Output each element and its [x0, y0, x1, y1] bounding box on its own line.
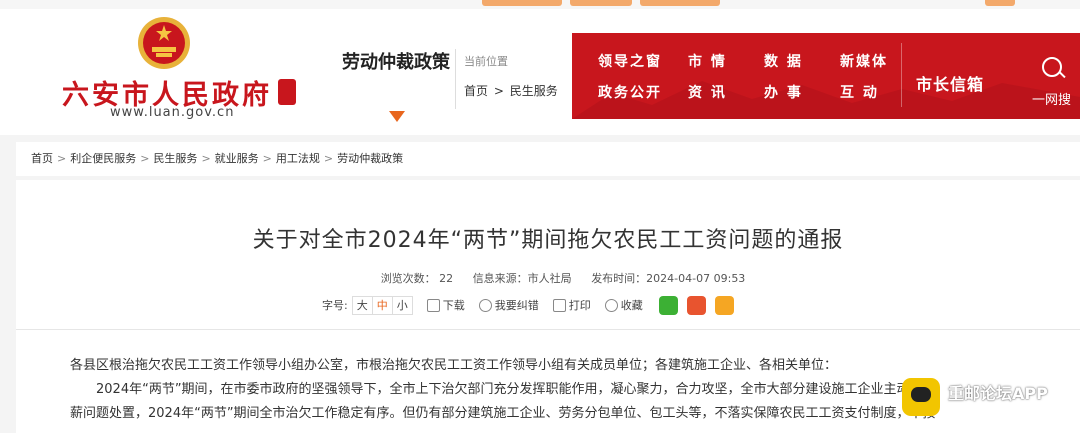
search-icon[interactable] — [1042, 57, 1062, 77]
favorite-label: 收藏 — [620, 299, 643, 312]
divider — [16, 329, 1080, 330]
article-meta: 浏览次数： 22 信息来源：市人社局 发布时间：2024-04-07 09:53 — [16, 270, 1080, 286]
top-chip[interactable] — [482, 0, 562, 6]
breadcrumb-item-current[interactable]: 劳动仲裁政策 — [337, 152, 403, 165]
download-icon — [426, 298, 440, 312]
current-path-separator: > — [493, 84, 504, 98]
main-nav: 领导之窗 市 情 数 据 新媒体 政务公开 资 讯 办 事 互 动 市长信箱 一… — [572, 33, 1080, 119]
publish-time: 发布时间：2024-04-07 09:53 — [591, 272, 746, 285]
article-title: 关于对全市2024年“两节”期间拖欠农民工工资问题的通报 — [252, 228, 844, 253]
favorite-button[interactable]: 收藏 — [604, 297, 643, 313]
search-icon — [478, 298, 492, 312]
breadcrumb-separator: > — [262, 152, 272, 165]
article-toolbar: 字号: 大 中 小 下载 我要纠错 打印 收藏 — [322, 294, 734, 316]
breadcrumb-separator: > — [57, 152, 67, 165]
nav-leaders[interactable]: 领导之窗 — [598, 51, 662, 71]
font-size-medium-button[interactable]: 中 — [371, 295, 393, 315]
nav-new-media[interactable]: 新媒体 — [840, 51, 888, 71]
top-chip[interactable] — [570, 0, 632, 6]
seal-icon — [278, 79, 296, 105]
breadcrumb-item[interactable]: 用工法规 — [276, 152, 320, 165]
breadcrumb-item[interactable]: 民生服务 — [153, 152, 197, 165]
chevron-down-icon — [389, 111, 405, 122]
breadcrumb: 首页 > 利企便民服务 > 民生服务 > 就业服务 > 用工法规 > 劳动仲裁政策 — [16, 142, 1080, 176]
nav-data[interactable]: 数 据 — [764, 51, 803, 71]
national-emblem-icon — [138, 17, 190, 69]
print-label: 打印 — [568, 299, 591, 312]
top-chip[interactable] — [640, 0, 720, 6]
current-location-path: 首页 > 民生服务 — [464, 82, 560, 99]
breadcrumb-separator: > — [323, 152, 334, 165]
breadcrumb-item[interactable]: 就业服务 — [215, 152, 259, 165]
weibo-share-icon[interactable] — [686, 295, 706, 315]
download-button[interactable]: 下载 — [426, 297, 465, 313]
watermark-text: 重邮论坛APP — [948, 384, 1048, 403]
current-path-home[interactable]: 首页 — [464, 84, 488, 98]
site-url: www.luan.gov.cn — [110, 105, 235, 120]
current-path-minsheng[interactable]: 民生服务 — [510, 84, 558, 98]
star-icon — [604, 298, 618, 312]
nav-interaction[interactable]: 互 动 — [840, 82, 879, 102]
site-logo[interactable]: 六安市人民政府 www.luan.gov.cn — [60, 9, 330, 135]
view-count: 浏览次数： 22 — [380, 272, 454, 285]
divider — [455, 49, 456, 109]
search-label[interactable]: 一网搜 — [1032, 89, 1071, 108]
chat-bubble-icon — [902, 378, 940, 416]
report-error-label: 我要纠错 — [494, 299, 539, 312]
nav-city-info[interactable]: 市 情 — [688, 51, 727, 71]
font-size-large-button[interactable]: 大 — [351, 295, 373, 315]
info-source: 信息来源：市人社局 — [472, 272, 572, 285]
print-button[interactable]: 打印 — [552, 297, 591, 313]
section-title: 劳动仲裁政策 — [342, 52, 450, 73]
font-size-small-button[interactable]: 小 — [391, 295, 413, 315]
divider — [901, 43, 902, 107]
breadcrumb-separator: > — [140, 152, 150, 165]
font-size-label: 字号: — [322, 299, 348, 312]
paragraph: 各县区根治拖欠农民工工资工作领导小组办公室，市根治拖欠农民工工资工作领导小组有关… — [70, 358, 838, 373]
current-location-label: 当前位置 — [464, 55, 508, 68]
breadcrumb-item[interactable]: 首页 — [31, 152, 53, 165]
download-label: 下载 — [442, 299, 465, 312]
favorite-share-icon[interactable] — [714, 295, 734, 315]
wechat-share-icon[interactable] — [658, 295, 678, 315]
breadcrumb-item[interactable]: 利企便民服务 — [70, 152, 136, 165]
print-icon — [552, 298, 566, 312]
site-header: 六安市人民政府 www.luan.gov.cn 劳动仲裁政策 当前位置 首页 >… — [0, 9, 1080, 135]
nav-gov-open[interactable]: 政务公开 — [598, 82, 662, 102]
top-chip[interactable] — [985, 0, 1015, 6]
nav-news[interactable]: 资 讯 — [688, 82, 727, 102]
nav-services[interactable]: 办 事 — [764, 82, 803, 102]
mountain-decoration — [572, 81, 1080, 119]
mayor-mailbox-link[interactable]: 市长信箱 — [916, 71, 984, 95]
report-error-button[interactable]: 我要纠错 — [478, 297, 539, 313]
breadcrumb-separator: > — [201, 152, 211, 165]
watermark: 重邮论坛APP — [902, 378, 1080, 423]
